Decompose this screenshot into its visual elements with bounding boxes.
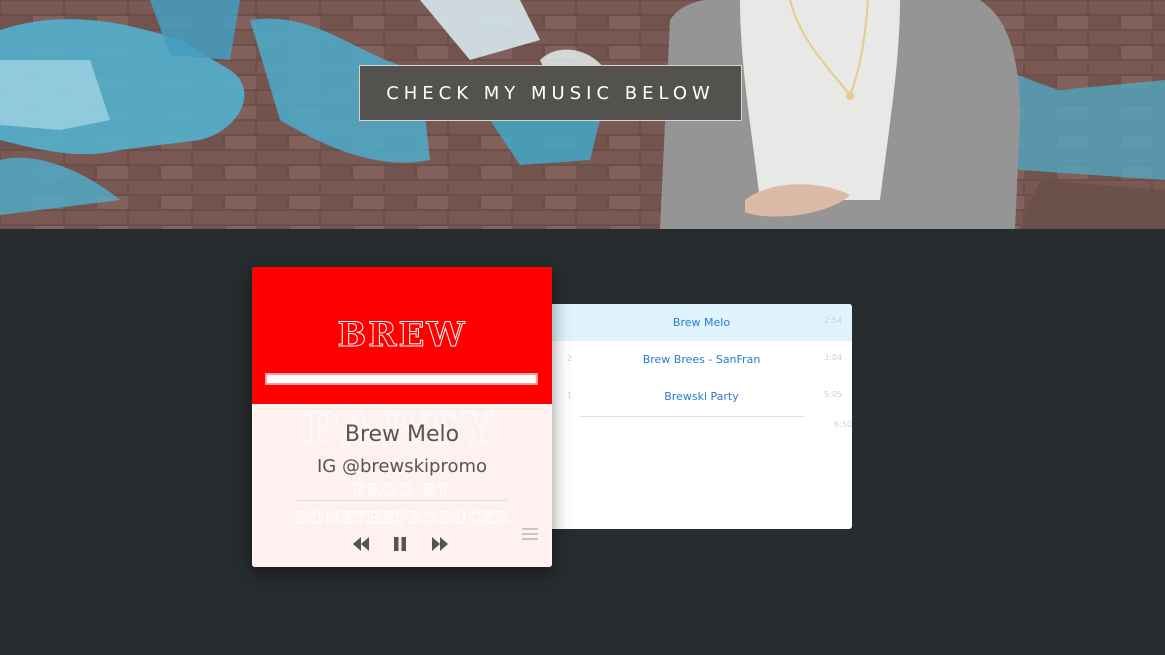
artwork-bar [265,373,538,385]
playlist-track-row[interactable]: 2 Brew Brees - SanFran 3:04 [551,341,852,378]
player-divider [297,500,507,501]
track-duration: 3:04 [824,353,842,362]
album-artwork: BREW [252,267,552,404]
playlist-divider [579,416,805,417]
extra-duration: 6:50 [834,420,852,429]
track-duration: 5:05 [824,390,842,399]
track-title[interactable]: Brew Melo [579,316,824,329]
track-title[interactable]: Brewski Party [579,390,824,403]
fast-forward-icon [432,537,448,551]
now-playing-panel: PARTY PROD BY BONETHEPRODUCER Brew Melo … [252,404,552,567]
playlist-menu-button[interactable] [522,528,538,542]
fast-forward-button[interactable] [428,532,452,556]
track-number: 2 [567,354,573,363]
artwork-title: BREW [337,315,467,356]
music-player-card: BREW PARTY PROD BY BONETHEPRODUCER Brew … [252,267,552,567]
playlist-track-row[interactable]: 1 Brewski Party 5:05 [551,378,852,415]
check-my-music-button[interactable]: CHECK MY MUSIC BELOW [359,65,742,121]
track-number: 1 [567,391,573,400]
artwork-ghost-prod-by: PROD BY [353,480,451,500]
rewind-icon [353,537,369,551]
playlist-track-row-active[interactable]: Brew Melo 2:54 [551,304,852,341]
playback-controls [252,532,552,556]
artwork-ghost-producer: BONETHEPRODUCER [294,508,510,528]
hero-banner: CHECK MY MUSIC BELOW [0,0,1165,229]
hamburger-menu-icon [522,528,538,530]
pause-button[interactable] [388,532,412,556]
now-playing-track-title: Brew Melo [344,422,460,447]
now-playing-artist: IG @brewskipromo [317,456,487,477]
track-duration: 2:54 [824,316,842,325]
track-title[interactable]: Brew Brees - SanFran [579,353,824,366]
playlist-panel: Brew Melo 2:54 2 Brew Brees - SanFran 3:… [551,304,852,529]
pause-icon [394,537,406,551]
rewind-button[interactable] [349,532,373,556]
